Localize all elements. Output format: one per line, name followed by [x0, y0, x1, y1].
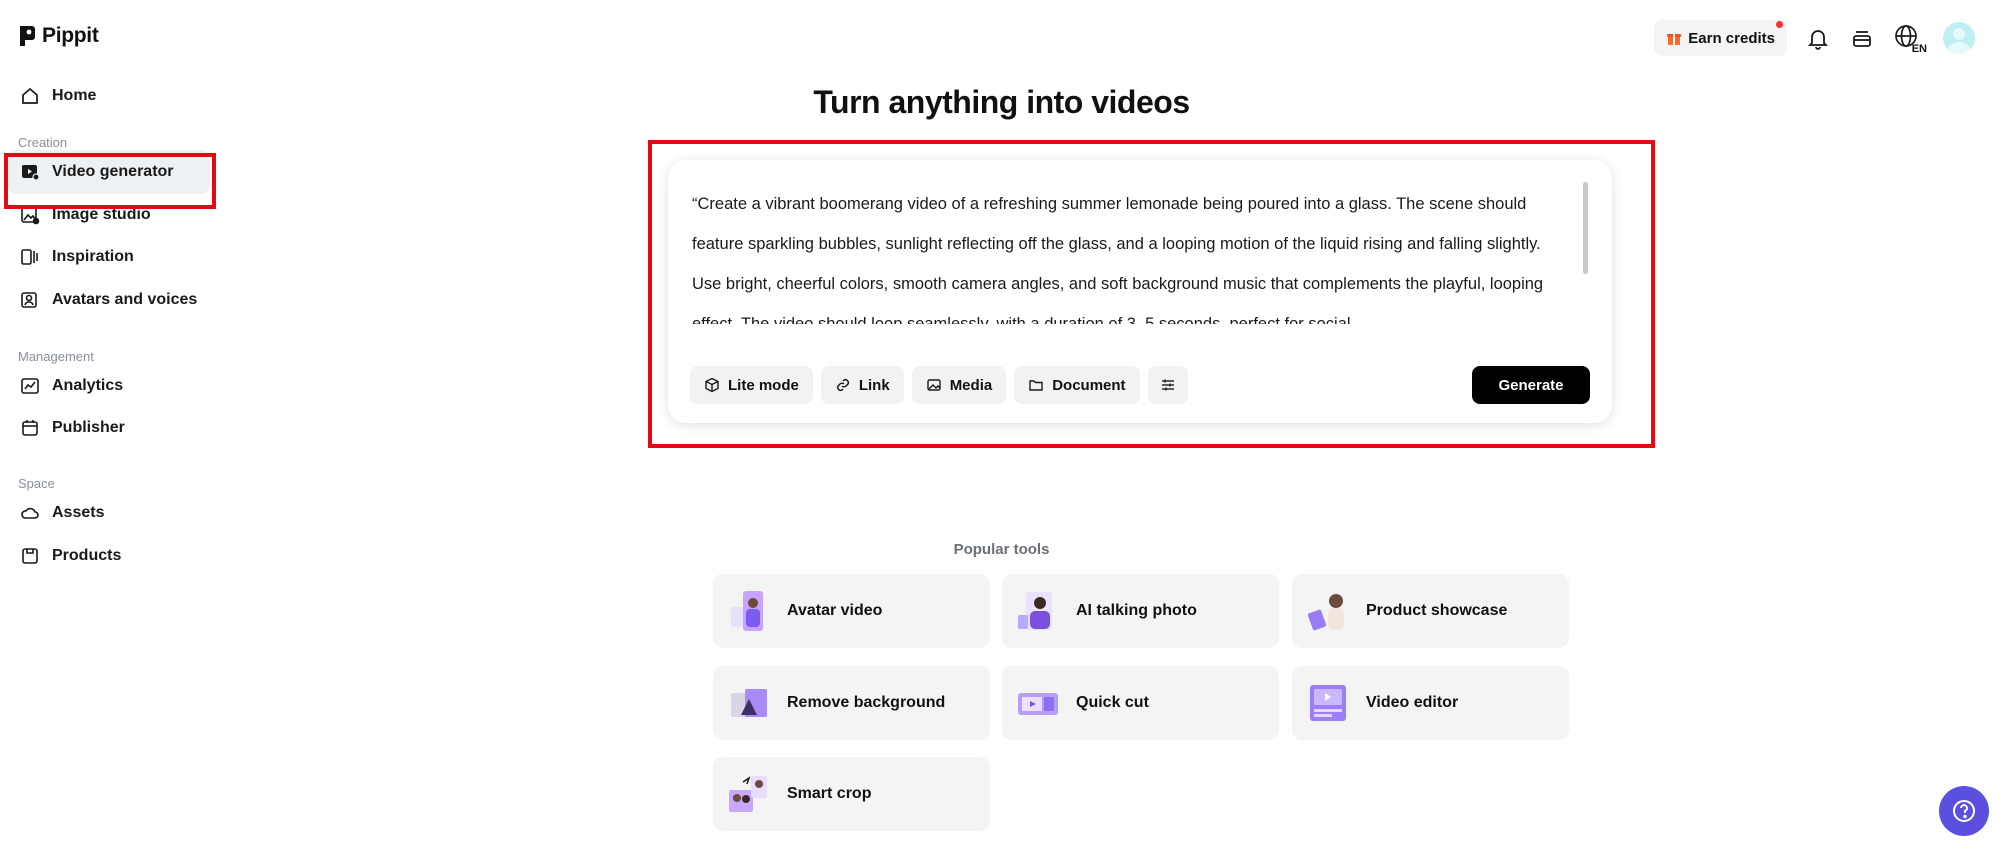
sidebar-item-label: Inspiration: [52, 248, 134, 265]
tool-video-editor[interactable]: Video editor: [1292, 666, 1569, 740]
tool-remove-background[interactable]: Remove background: [713, 666, 990, 740]
link-button[interactable]: Link: [820, 366, 904, 404]
section-label-creation: Creation: [18, 135, 68, 150]
cloud-icon: [21, 507, 39, 519]
sidebar-item-label: Assets: [52, 504, 105, 521]
document-button[interactable]: Document: [1014, 366, 1140, 404]
language-selector[interactable]: EN: [1893, 23, 1927, 55]
quick-cut-thumbnail-icon: [1018, 693, 1058, 715]
tool-label: Avatar video: [787, 602, 883, 619]
brand-name: Pippit: [42, 24, 99, 47]
sidebar-item-label: Analytics: [52, 377, 124, 394]
sliders-icon: [1161, 379, 1174, 391]
tool-avatar-video[interactable]: Avatar video: [713, 574, 990, 648]
sidebar-item-avatars-and-voices[interactable]: Avatars and voices: [8, 278, 210, 322]
tool-label: AI talking photo: [1076, 602, 1197, 619]
earn-credits-button[interactable]: Earn credits: [1654, 20, 1787, 56]
tool-quick-cut[interactable]: Quick cut: [1002, 666, 1279, 740]
talking-photo-thumbnail-icon: [1018, 592, 1052, 630]
tool-product-showcase[interactable]: Product showcase: [1292, 574, 1569, 648]
brand-logo[interactable]: Pippit: [18, 24, 99, 48]
lite-mode-label: Lite mode: [728, 376, 799, 394]
tool-smart-crop[interactable]: Smart crop: [713, 757, 990, 831]
link-label: Link: [858, 376, 890, 394]
sidebar-item-video-generator[interactable]: Video generator: [8, 150, 210, 194]
media-label: Media: [949, 376, 993, 394]
folder-icon: [1029, 380, 1043, 391]
avatar-video-thumbnail-icon: [731, 591, 763, 631]
help-button[interactable]: [1939, 786, 1989, 836]
lite-mode-button[interactable]: Lite mode: [690, 366, 813, 404]
document-label: Document: [1052, 376, 1126, 394]
inspiration-icon: [21, 249, 38, 265]
sidebar-item-assets[interactable]: Assets: [8, 491, 210, 535]
prompt-toolbar: Lite mode Link Media Document: [690, 366, 1188, 404]
generate-button[interactable]: Generate: [1472, 366, 1590, 404]
image-studio-icon: [21, 207, 40, 225]
section-label-management: Management: [18, 349, 94, 364]
earn-credits-label: Earn credits: [1688, 29, 1775, 47]
sidebar-item-image-studio[interactable]: Image studio: [8, 193, 210, 237]
popular-tools-heading: Popular tools: [953, 541, 1050, 558]
prompt-textarea[interactable]: “Create a vibrant boomerang video of a r…: [692, 184, 1568, 324]
language-code: EN: [1911, 43, 1927, 55]
tool-label: Product showcase: [1366, 602, 1508, 619]
tool-label: Remove background: [787, 694, 946, 711]
bell-icon[interactable]: [1805, 25, 1831, 51]
page-title: Turn anything into videos: [813, 84, 1190, 120]
cube-icon: [705, 377, 719, 393]
stack-icon[interactable]: [1849, 25, 1875, 51]
pippit-logo-icon: [20, 26, 35, 46]
analytics-icon: [21, 378, 39, 394]
media-button[interactable]: Media: [911, 366, 1007, 404]
sidebar-item-analytics[interactable]: Analytics: [8, 364, 210, 408]
sidebar-item-label: Video generator: [52, 163, 174, 180]
smart-crop-thumbnail-icon: [729, 776, 767, 812]
remove-background-thumbnail-icon: [731, 689, 767, 717]
topbar: Earn credits EN: [1654, 20, 1975, 56]
video-editor-thumbnail-icon: [1310, 685, 1346, 721]
tool-label: Smart crop: [787, 785, 872, 802]
sidebar-item-inspiration[interactable]: Inspiration: [8, 235, 210, 279]
tool-label: Quick cut: [1076, 694, 1149, 711]
tool-ai-talking-photo[interactable]: AI talking photo: [1002, 574, 1279, 648]
sidebar: Pippit Home Creation Video generator Ima…: [0, 0, 215, 855]
section-label-space: Space: [18, 476, 55, 491]
product-showcase-thumbnail-icon: [1307, 594, 1344, 631]
image-icon: [926, 379, 941, 391]
settings-button[interactable]: [1147, 366, 1188, 404]
calendar-icon: [22, 420, 38, 436]
link-icon: [836, 378, 849, 392]
notification-dot: [1776, 21, 1783, 28]
tool-label: Video editor: [1366, 694, 1459, 711]
prompt-card: “Create a vibrant boomerang video of a r…: [668, 160, 1612, 423]
prompt-scrollbar[interactable]: [1583, 182, 1588, 274]
gift-icon: [1667, 34, 1682, 45]
video-generator-icon: [22, 165, 40, 181]
sidebar-item-label: Publisher: [52, 419, 125, 436]
sidebar-item-label: Avatars and voices: [52, 291, 198, 308]
user-avatar[interactable]: [1943, 22, 1975, 54]
question-icon: [1953, 800, 1975, 822]
sidebar-item-label: Image studio: [52, 206, 151, 223]
avatar-icon: [21, 292, 37, 308]
sidebar-item-publisher[interactable]: Publisher: [8, 406, 210, 450]
